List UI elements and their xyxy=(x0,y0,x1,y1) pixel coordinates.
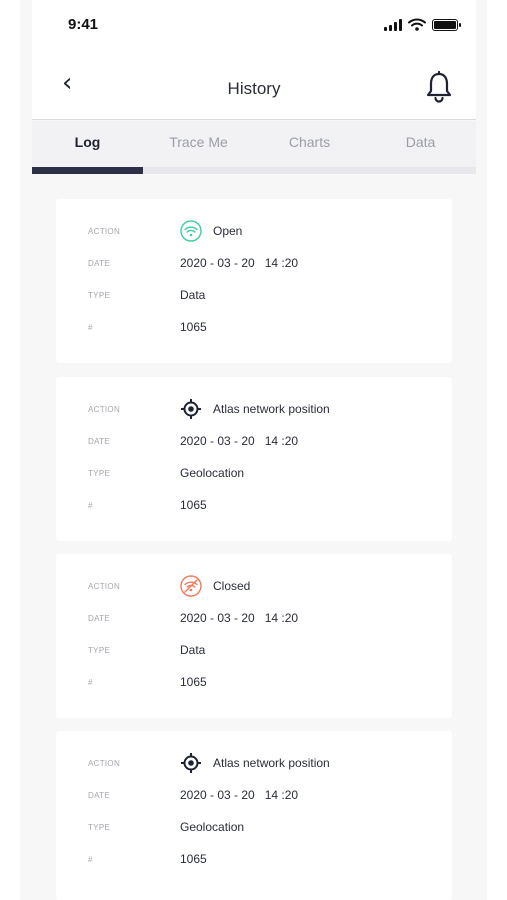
number-label: # xyxy=(88,322,93,332)
date-label: DATE xyxy=(88,258,110,268)
status-time: 9:41 xyxy=(68,16,99,33)
phone-screen: 9:41 ‹ History Log Trace Me Charts Data xyxy=(20,0,487,900)
wifi-icon xyxy=(408,18,426,31)
battery-icon xyxy=(432,18,461,31)
tab-charts[interactable]: Charts xyxy=(254,134,365,150)
action-label: ACTION xyxy=(88,581,121,591)
number-label: # xyxy=(88,500,93,510)
date-value: 2020 - 03 - 20 14 :20 xyxy=(180,788,299,802)
log-entry-card[interactable]: ACTION Closed DATE 2020 - 03 - 20 14 :20… xyxy=(56,554,452,718)
bell-icon[interactable] xyxy=(424,71,454,103)
action-value: Open xyxy=(213,224,243,238)
date-value: 2020 - 03 - 20 14 :20 xyxy=(180,256,299,270)
date-label: DATE xyxy=(88,436,110,446)
tab-bar: Log Trace Me Charts Data xyxy=(32,121,476,174)
date-value: 2020 - 03 - 20 14 :20 xyxy=(180,434,299,448)
action-value: Closed xyxy=(213,579,251,593)
type-label: TYPE xyxy=(88,290,111,300)
action-label: ACTION xyxy=(88,758,121,768)
tab-log[interactable]: Log xyxy=(32,134,143,150)
tab-trace-me[interactable]: Trace Me xyxy=(143,134,254,150)
number-label: # xyxy=(88,854,93,864)
tab-active-indicator xyxy=(32,167,143,174)
type-value: Data xyxy=(180,288,206,302)
action-label: ACTION xyxy=(88,226,121,236)
log-entry-card[interactable]: ACTION Atlas network position DATE 2020 … xyxy=(56,377,452,541)
number-value: 1065 xyxy=(180,498,207,512)
type-value: Geolocation xyxy=(180,820,245,834)
number-label: # xyxy=(88,677,93,687)
crosshair-location-icon xyxy=(181,399,201,419)
type-value: Geolocation xyxy=(180,466,245,480)
log-entry-card[interactable]: ACTION Open DATE 2020 - 03 - 20 14 :20 T… xyxy=(56,199,452,363)
type-label: TYPE xyxy=(88,468,111,478)
action-label: ACTION xyxy=(88,404,121,414)
wifi-closed-icon xyxy=(180,575,202,597)
log-entry-card[interactable]: ACTION Atlas network position DATE 2020 … xyxy=(56,731,452,900)
date-value: 2020 - 03 - 20 14 :20 xyxy=(180,611,299,625)
tab-data[interactable]: Data xyxy=(365,134,476,150)
type-label: TYPE xyxy=(88,822,111,832)
status-icons xyxy=(384,18,461,31)
wifi-open-icon xyxy=(180,220,202,242)
type-label: TYPE xyxy=(88,645,111,655)
number-value: 1065 xyxy=(180,675,207,689)
crosshair-location-icon xyxy=(181,753,201,773)
type-value: Data xyxy=(180,643,206,657)
number-value: 1065 xyxy=(180,320,207,334)
signal-icon xyxy=(384,18,402,31)
action-value: Atlas network position xyxy=(213,402,330,416)
top-bar: 9:41 ‹ History xyxy=(32,0,476,120)
date-label: DATE xyxy=(88,790,110,800)
date-label: DATE xyxy=(88,613,110,623)
number-value: 1065 xyxy=(180,852,207,866)
page-title: History xyxy=(227,79,281,98)
action-value: Atlas network position xyxy=(213,756,330,770)
